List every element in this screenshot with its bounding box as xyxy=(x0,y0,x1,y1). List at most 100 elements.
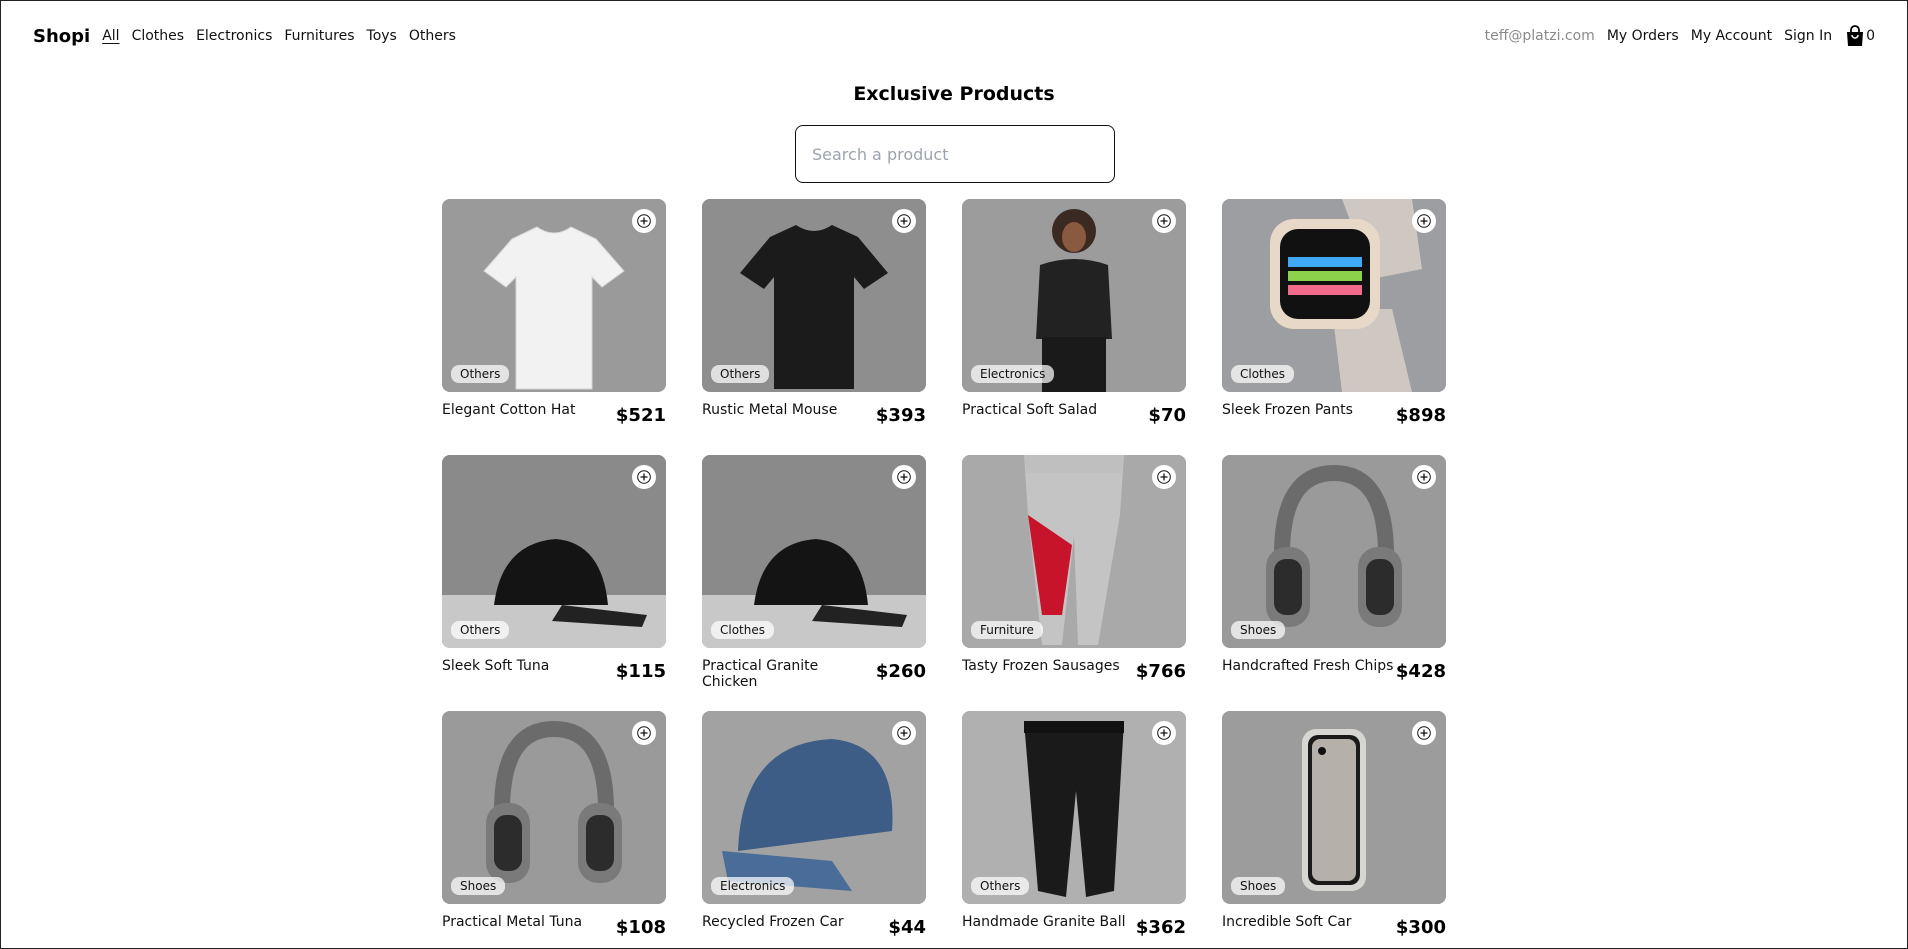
product-price: $521 xyxy=(615,405,666,426)
black-tshirt-image xyxy=(702,199,926,392)
product-card[interactable]: Others Sleek Soft Tuna $115 xyxy=(442,455,666,711)
category-badge: Shoes xyxy=(451,877,506,895)
woman-tshirt-image xyxy=(962,199,1186,392)
product-name: Tasty Frozen Sausages xyxy=(962,658,1120,674)
add-to-cart-button[interactable] xyxy=(1412,465,1436,489)
add-to-cart-button[interactable] xyxy=(632,209,656,233)
product-name: Elegant Cotton Hat xyxy=(442,402,576,418)
category-badge: Furniture xyxy=(971,621,1043,639)
product-card[interactable]: Shoes Incredible Soft Car $300 xyxy=(1222,711,1446,949)
product-image: Furniture xyxy=(962,455,1186,648)
product-price: $108 xyxy=(615,917,666,938)
plus-icon xyxy=(1157,726,1171,740)
add-to-cart-button[interactable] xyxy=(1412,721,1436,745)
product-card[interactable]: Others Handmade Granite Ball $362 xyxy=(962,711,1186,949)
plus-icon xyxy=(637,214,651,228)
add-to-cart-button[interactable] xyxy=(1152,209,1176,233)
cart-count: 0 xyxy=(1866,28,1875,44)
product-card[interactable]: Shoes Practical Metal Tuna $108 xyxy=(442,711,666,949)
nav-category-toys[interactable]: Toys xyxy=(367,28,397,44)
add-to-cart-button[interactable] xyxy=(1412,209,1436,233)
product-image: Others xyxy=(442,199,666,392)
product-price: $70 xyxy=(1148,405,1186,426)
product-name: Sleek Soft Tuna xyxy=(442,658,550,674)
sign-in-link[interactable]: Sign In xyxy=(1784,28,1832,44)
search-input[interactable] xyxy=(795,125,1115,183)
shopping-bag-icon xyxy=(1847,25,1864,46)
nav-category-all[interactable]: All xyxy=(102,28,119,44)
product-name: Handmade Granite Ball xyxy=(962,914,1126,930)
add-to-cart-button[interactable] xyxy=(1152,465,1176,489)
product-image: Clothes xyxy=(1222,199,1446,392)
my-account-link[interactable]: My Account xyxy=(1691,28,1772,44)
add-to-cart-button[interactable] xyxy=(892,465,916,489)
product-price: $393 xyxy=(875,405,926,426)
product-name: Recycled Frozen Car xyxy=(702,914,844,930)
plus-icon xyxy=(897,214,911,228)
product-image: Others xyxy=(702,199,926,392)
phone-image xyxy=(1222,711,1446,904)
product-price: $898 xyxy=(1395,405,1446,426)
headphones-image xyxy=(442,711,666,904)
product-card[interactable]: Electronics Recycled Frozen Car $44 xyxy=(702,711,926,949)
plus-icon xyxy=(637,470,651,484)
product-image: Shoes xyxy=(1222,455,1446,648)
product-price: $766 xyxy=(1135,661,1186,682)
product-name: Practical Metal Tuna xyxy=(442,914,583,930)
cart-button[interactable]: 0 xyxy=(1845,25,1875,47)
plus-icon xyxy=(1157,214,1171,228)
black-cap-image xyxy=(442,455,666,648)
product-price: $260 xyxy=(875,661,926,682)
navbar: Shopi All Clothes Electronics Furnitures… xyxy=(1,1,1907,71)
add-to-cart-button[interactable] xyxy=(632,721,656,745)
product-card[interactable]: Others Elegant Cotton Hat $521 xyxy=(442,199,666,455)
product-card[interactable]: Furniture Tasty Frozen Sausages $766 xyxy=(962,455,1186,711)
nav-category-others[interactable]: Others xyxy=(409,28,456,44)
product-card[interactable]: Others Rustic Metal Mouse $393 xyxy=(702,199,926,455)
product-card[interactable]: Electronics Practical Soft Salad $70 xyxy=(962,199,1186,455)
category-badge: Electronics xyxy=(971,365,1055,383)
category-badge: Shoes xyxy=(1231,877,1286,895)
product-name: Handcrafted Fresh Chips xyxy=(1222,658,1394,674)
plus-icon xyxy=(1157,470,1171,484)
product-price: $428 xyxy=(1395,661,1446,682)
nav-right: teff@platzi.com My Orders My Account Sig… xyxy=(1485,25,1875,47)
add-to-cart-button[interactable] xyxy=(632,465,656,489)
product-image: Clothes xyxy=(702,455,926,648)
white-tshirt-image xyxy=(442,199,666,392)
add-to-cart-button[interactable] xyxy=(892,721,916,745)
nav-category-furnitures[interactable]: Furnitures xyxy=(284,28,354,44)
product-card[interactable]: Shoes Handcrafted Fresh Chips $428 xyxy=(1222,455,1446,711)
product-image: Shoes xyxy=(442,711,666,904)
nav-category-clothes[interactable]: Clothes xyxy=(132,28,185,44)
category-badge: Clothes xyxy=(711,621,774,639)
product-price: $300 xyxy=(1395,917,1446,938)
plus-icon xyxy=(1417,214,1431,228)
nav-category-electronics[interactable]: Electronics xyxy=(196,28,272,44)
product-price: $44 xyxy=(888,917,926,938)
nav-left: Shopi All Clothes Electronics Furnitures… xyxy=(33,26,468,47)
category-badge: Clothes xyxy=(1231,365,1294,383)
product-name: Incredible Soft Car xyxy=(1222,914,1352,930)
product-name: Practical Soft Salad xyxy=(962,402,1098,418)
category-badge: Others xyxy=(451,365,510,383)
category-badge: Electronics xyxy=(711,877,795,895)
category-badge: Shoes xyxy=(1231,621,1286,639)
product-card[interactable]: Clothes Sleek Frozen Pants $898 xyxy=(1222,199,1446,455)
page-title: Exclusive Products xyxy=(853,83,1055,105)
product-name: Sleek Frozen Pants xyxy=(1222,402,1353,418)
my-orders-link[interactable]: My Orders xyxy=(1607,28,1679,44)
product-image: Others xyxy=(962,711,1186,904)
add-to-cart-button[interactable] xyxy=(1152,721,1176,745)
product-image: Shoes xyxy=(1222,711,1446,904)
plus-icon xyxy=(1417,726,1431,740)
smartwatch-image xyxy=(1222,199,1446,392)
add-to-cart-button[interactable] xyxy=(892,209,916,233)
plus-icon xyxy=(897,470,911,484)
red-gray-joggers-image xyxy=(962,455,1186,648)
product-card[interactable]: Clothes Practical Granite Chicken $260 xyxy=(702,455,926,711)
headphones-image xyxy=(1222,455,1446,648)
blue-cap-image xyxy=(702,711,926,904)
brand-logo[interactable]: Shopi xyxy=(33,26,90,47)
category-badge: Others xyxy=(971,877,1030,895)
